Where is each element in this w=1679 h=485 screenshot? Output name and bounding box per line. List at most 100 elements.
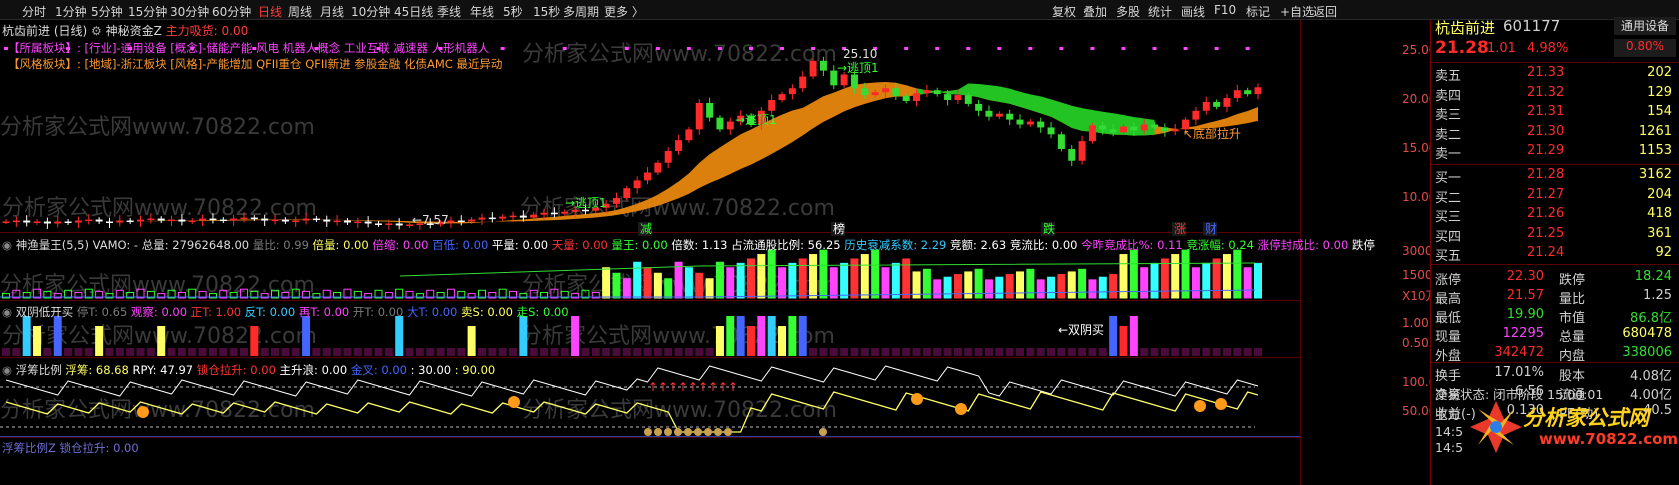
period-tab-12[interactable]: 年线	[470, 3, 494, 20]
tool-button-5[interactable]: F10	[1214, 3, 1236, 17]
candle-body	[457, 220, 465, 223]
signal-bar	[529, 348, 538, 356]
watermark-text: 分析家公式网www.70822.com	[0, 115, 315, 140]
volume-bar	[1160, 258, 1169, 299]
indicator-name[interactable]: 神秘资金Z	[106, 24, 162, 38]
panel-toggle-icon[interactable]: ◉	[2, 238, 16, 252]
bottom-tag: 涨	[1174, 221, 1186, 236]
high-price-mark: 25.10	[843, 47, 877, 61]
panel-toggle-icon[interactable]: ◉	[2, 363, 16, 377]
period-tab-7[interactable]: 周线	[288, 3, 312, 20]
period-tab-3[interactable]: 15分钟	[128, 3, 167, 20]
stat-value: 19.90	[1506, 307, 1544, 322]
stat-row: 涨停 22.30 跌停 18.24	[1431, 268, 1679, 288]
candle-body	[933, 90, 941, 95]
level-price: 21.24	[1527, 245, 1565, 261]
signal-bar	[1243, 348, 1252, 356]
signal-bar	[560, 348, 569, 356]
tool-button-4[interactable]: 画线	[1181, 3, 1205, 20]
candle-body	[995, 113, 1003, 117]
period-tab-2[interactable]: 5分钟	[91, 3, 123, 20]
candle-body	[1119, 126, 1127, 133]
panel-value: 大T: 0.00	[403, 305, 458, 319]
level-label: 买二	[1435, 190, 1462, 206]
signal-bar	[115, 348, 124, 356]
candle-body	[1130, 126, 1138, 131]
tool-button-1[interactable]: 叠加	[1083, 3, 1107, 20]
period-tab-14[interactable]: 15秒	[533, 3, 560, 20]
period-tab-0[interactable]: 分时	[22, 3, 46, 20]
signal-dot	[1183, 47, 1188, 50]
panel-value: 平量: 0.00	[488, 238, 549, 252]
panel-value: 历史衰减系数: 2.29	[840, 238, 947, 252]
volume-bar	[953, 274, 962, 299]
period-tab-1[interactable]: 1分钟	[55, 3, 87, 20]
candle-body	[343, 220, 351, 223]
period-tab-15[interactable]: 多周期	[563, 3, 599, 20]
candle-body	[23, 220, 31, 223]
panel-value: 观察: 0.00	[127, 305, 188, 319]
industry-tag[interactable]: 通用设备	[1614, 17, 1676, 35]
level-volume: 361	[1647, 225, 1672, 241]
arrow-mark: ↑	[678, 380, 688, 394]
signal-bar	[177, 348, 186, 356]
candle-body	[530, 214, 538, 218]
volume-bar	[1088, 279, 1097, 299]
stat-label: 最低	[1435, 311, 1462, 326]
tool-button-3[interactable]: 统计	[1148, 3, 1172, 20]
stat-value: 22.30	[1506, 269, 1544, 284]
candle-body	[882, 88, 890, 93]
panel-name: 浮筹比例	[15, 363, 62, 377]
panel-value: 竞额: 2.63	[946, 238, 1007, 252]
stat-value: 86.8亿	[1630, 311, 1672, 326]
period-tab-6[interactable]: 日线	[258, 3, 282, 20]
ma-band-green	[916, 83, 1155, 136]
tool-button-6[interactable]: 标记	[1246, 3, 1270, 20]
period-tab-13[interactable]: 5秒	[503, 3, 523, 20]
signal-bar	[84, 348, 93, 356]
period-tab-8[interactable]: 月线	[320, 3, 344, 20]
period-tab-16[interactable]: 更多 〉	[604, 3, 644, 20]
signal-bar	[767, 316, 776, 356]
period-tab-10[interactable]: 45日线	[394, 3, 433, 20]
candle-body	[1254, 87, 1262, 95]
quote-stock-name: 杭齿前进	[1435, 19, 1496, 37]
period-tab-4[interactable]: 30分钟	[170, 3, 209, 20]
tool-button-0[interactable]: 复权	[1052, 3, 1076, 20]
signal-bar	[488, 348, 497, 356]
tool-button-8[interactable]: 返回	[1313, 3, 1337, 20]
signal-dot	[780, 47, 785, 50]
signal-bar	[188, 348, 197, 356]
gear-icon[interactable]: ⚙	[91, 24, 102, 38]
stat-label: 最高	[1435, 292, 1462, 307]
signal-dot	[562, 47, 567, 50]
volume-bar	[943, 276, 952, 299]
volume-bar	[788, 262, 797, 299]
volume-bar	[860, 254, 869, 299]
level-price: 21.28	[1527, 167, 1565, 182]
candle-body	[1006, 113, 1014, 120]
panel-value: 反T: 0.00	[241, 305, 296, 319]
period-tab-9[interactable]: 10分钟	[351, 3, 390, 20]
candle-body	[64, 221, 72, 224]
volume-bar	[1243, 267, 1252, 299]
period-tab-11[interactable]: 季线	[437, 3, 461, 20]
volume-bar	[840, 262, 849, 299]
arrow-mark: ↑	[648, 380, 658, 394]
period-tab-5[interactable]: 60分钟	[212, 3, 251, 20]
signal-bar	[912, 348, 921, 356]
volume-bar	[622, 278, 631, 299]
axis-label: 0.50	[1402, 336, 1429, 350]
arrow-mark: ↑	[708, 380, 718, 394]
tool-button-7[interactable]: +自选	[1280, 3, 1314, 20]
stat-label: 市值	[1559, 311, 1586, 326]
tool-button-2[interactable]: 多股	[1116, 3, 1140, 20]
next-panel-header: 浮筹比例Z 锁仓拉升: 0.00	[2, 441, 139, 455]
logo-icon	[1467, 398, 1525, 456]
candle-body	[923, 90, 931, 94]
panel-toggle-icon[interactable]: ◉	[2, 305, 16, 319]
stat-label: 量比	[1559, 292, 1586, 307]
stat-value: 4.00亿	[1630, 388, 1672, 403]
float-panel-header: ◉ 浮筹比例 浮筹: 68.68 RPY: 47.97 锁仓拉升: 0.00 主…	[2, 362, 495, 378]
candle-body	[706, 102, 714, 118]
